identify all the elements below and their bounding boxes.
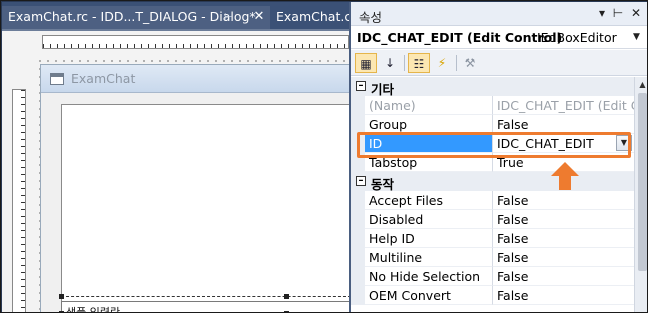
row-gutter — [351, 248, 365, 267]
ide-window: ExamChat.rc - IDD...T_DIALOG - Dialog* ⊢… — [0, 0, 648, 313]
panel-title: 속성 — [359, 10, 383, 25]
selection-guide — [61, 296, 351, 297]
property-row-name[interactable]: (Name) IDC_CHAT_EDIT (Edit Co — [351, 96, 634, 115]
scroll-up-icon[interactable]: ▲ — [637, 80, 647, 90]
property-row-help-id[interactable]: Help ID False — [351, 229, 634, 248]
tab-examchat-cpp[interactable]: ExamChat.cp — [270, 6, 360, 29]
property-row-accept-files[interactable]: Accept Files False — [351, 191, 634, 210]
wrench-icon[interactable]: ⚒ — [459, 53, 481, 73]
property-name: Multiline — [365, 248, 493, 267]
row-gutter — [351, 267, 365, 286]
row-gutter — [351, 210, 365, 229]
alphabetical-icon[interactable]: ↓ — [379, 53, 401, 73]
property-name: No Hide Selection — [365, 267, 493, 286]
vertical-scrollbar[interactable]: ▲ — [634, 77, 647, 312]
collapse-icon[interactable]: – — [356, 81, 366, 91]
dialog-title: ExamChat — [71, 71, 136, 86]
categorized-icon[interactable]: ▦ — [355, 53, 377, 73]
dialog-titlebar: ExamChat — [41, 65, 350, 93]
row-gutter — [351, 229, 365, 248]
tab-examchat-rc[interactable]: ExamChat.rc - IDD...T_DIALOG - Dialog* ⊢… — [2, 6, 270, 29]
object-selector[interactable]: IDC_CHAT_EDIT (Edit Control) IEdBoxEdito… — [351, 27, 647, 49]
window-icon — [50, 73, 64, 85]
property-name: Accept Files — [365, 191, 493, 210]
highlight-box — [357, 132, 631, 158]
resize-handle[interactable] — [59, 294, 64, 299]
chat-edit-control[interactable]: 샘플 입력란 — [61, 301, 351, 313]
row-gutter — [351, 286, 365, 305]
tab-label: ExamChat.cp — [276, 9, 360, 24]
property-row-multiline[interactable]: Multiline False — [351, 248, 634, 267]
properties-toolbar: ▦ ↓ ☷ ⚡ ⚒ — [351, 50, 647, 76]
category-misc[interactable]: – 기타 — [351, 77, 634, 97]
arrow-up-icon — [551, 162, 579, 190]
property-name: Disabled — [365, 210, 493, 229]
pin-icon[interactable]: ⊢ — [611, 6, 625, 20]
property-row-no-hide-selection[interactable]: No Hide Selection False — [351, 267, 634, 286]
collapse-icon[interactable]: – — [356, 176, 366, 186]
properties-icon[interactable]: ☷ — [408, 53, 430, 73]
property-value[interactable]: False — [493, 286, 634, 305]
document-tab-bar: ExamChat.rc - IDD...T_DIALOG - Dialog* ⊢… — [2, 2, 359, 29]
property-grid: – 기타 (Name) IDC_CHAT_EDIT (Edit Co Group… — [351, 77, 634, 312]
property-name: (Name) — [365, 96, 493, 115]
object-name: IDC_CHAT_EDIT (Edit Control) — [357, 30, 563, 45]
scrollbar-thumb[interactable] — [638, 93, 647, 271]
property-value[interactable]: False — [493, 267, 634, 286]
resize-handle[interactable] — [284, 294, 289, 299]
vertical-ruler[interactable] — [12, 89, 26, 312]
property-name: OEM Convert — [365, 286, 493, 305]
dialog-editor-canvas[interactable]: ExamChat 샘플 입력란 — [2, 29, 351, 313]
property-name: Help ID — [365, 229, 493, 248]
property-value[interactable]: False — [493, 248, 634, 267]
toolbar-divider — [404, 55, 405, 71]
row-gutter — [351, 96, 365, 115]
toolbar-divider — [456, 55, 457, 71]
row-gutter — [351, 191, 365, 210]
property-value[interactable]: False — [493, 229, 634, 248]
pin-icon[interactable]: ⊢ — [224, 12, 238, 24]
close-icon[interactable]: ✕ — [629, 6, 643, 20]
events-icon[interactable]: ⚡ — [431, 53, 453, 73]
object-type: IEdBoxEditor — [537, 30, 617, 45]
dropdown-arrow-icon[interactable]: ▾ — [595, 6, 609, 20]
tab-label: ExamChat.rc - IDD...T_DIALOG - Dialog* — [8, 9, 256, 24]
chat-edit-text: 샘플 입력란 — [66, 306, 121, 313]
properties-titlebar: 속성 ▾ ⊢ ✕ — [351, 2, 647, 26]
property-row-disabled[interactable]: Disabled False — [351, 210, 634, 229]
property-value[interactable]: False — [493, 210, 634, 229]
close-icon[interactable]: ✕ — [252, 10, 266, 24]
property-row-oem-convert[interactable]: OEM Convert False — [351, 286, 634, 305]
property-value: IDC_CHAT_EDIT (Edit Co — [493, 96, 634, 115]
property-value[interactable]: False — [493, 191, 634, 210]
dialog-preview[interactable]: ExamChat 샘플 입력란 — [40, 64, 351, 313]
chat-list-control[interactable] — [61, 104, 351, 312]
category-behavior[interactable]: – 동작 — [351, 172, 634, 192]
horizontal-ruler[interactable] — [42, 35, 349, 49]
chevron-down-icon[interactable]: ▼ — [633, 32, 640, 42]
